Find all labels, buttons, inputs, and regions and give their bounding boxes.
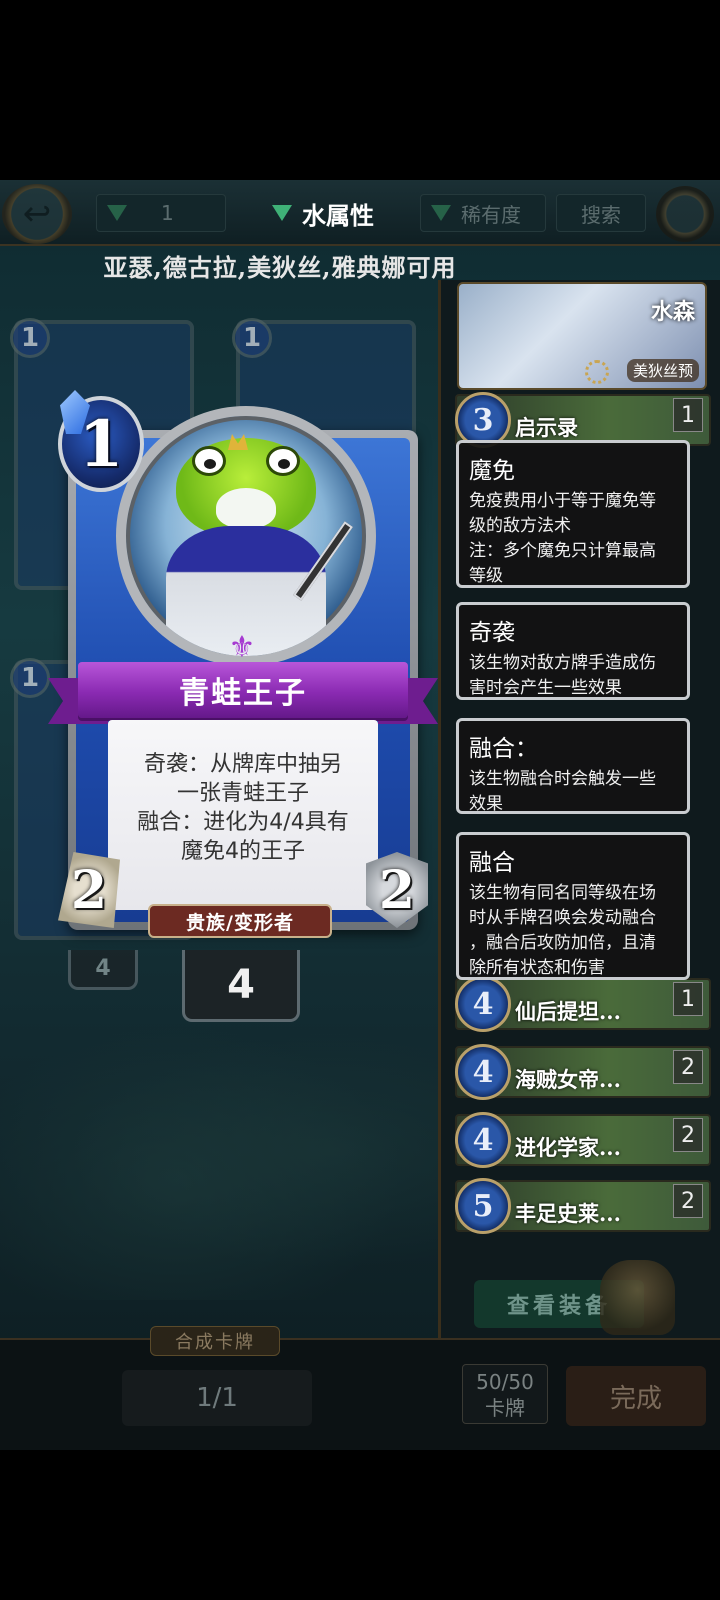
deck-row-cost: 4 [455,1112,511,1168]
deck-count: 50/50 卡牌 [462,1364,548,1424]
rarity-filter[interactable]: 稀有度 [420,194,546,232]
forest-background [0,1000,440,1300]
rarity-filter-label: 稀有度 [461,202,521,227]
grid-card-cost: 1 [10,318,50,358]
fleur-de-lis-icon: ⚜ [228,630,256,665]
deck-row[interactable]: 3 启示录 1 [455,392,711,448]
card-text-line: 奇袭：从牌库中抽另 [143,752,342,777]
deck-count-label: 卡牌 [485,1396,525,1420]
keyword-tooltip-fusion: 融合 该生物有同名同等级在场 时从手牌召唤会发动融合 ，融合后攻防加倍，且清 除所有… [456,832,690,980]
hero-name: 水森 [650,299,695,325]
gear-icon [585,360,609,384]
deck-row-qty: 2 [673,1050,703,1084]
card-text-box: 奇袭：从牌库中抽另 一张青蛙王子 融合：进化为4/4具有 魔免4的王子 [108,720,378,910]
search-field[interactable]: 搜索 [556,194,646,232]
deck-row[interactable]: 4 海贼女帝... 2 [455,1044,711,1100]
back-arrow-icon: ↩ [22,194,52,234]
search-label: 搜索 [581,202,621,227]
card-detail[interactable]: 1 ⚜ 青蛙王子 奇袭：从牌库中抽另 一张青蛙王子 融合：进化为4/4具有 魔免… [48,390,438,950]
tooltip-body: 该生物对敌方牌手造成伤 害时会产生一些效果 [469,653,656,698]
deck-row[interactable]: 5 丰足史莱... 2 [455,1178,711,1234]
deck-row-qty: 1 [673,982,703,1016]
filter-bar: ↩ 1 水属性 稀有度 搜索 [0,180,720,246]
deck-row-cost: 4 [455,976,511,1032]
card-name: 青蛙王子 [78,662,408,718]
attribute-filter-value: 水属性 [302,201,374,230]
tooltip-title: 融合 [469,850,515,876]
deck-row-cost: 4 [455,1044,511,1100]
page-indicator: 1/1 [122,1370,312,1426]
grid-card-cost: 1 [232,318,272,358]
tooltip-body: 免疫费用小于等于魔免等 级的敌方法术 注：多个魔免只计算最高 等级 [469,491,656,586]
tooltip-body: 该生物融合时会触发一些 效果 [469,769,656,814]
card-portrait [116,406,376,666]
cost-filter[interactable]: 1 [96,194,226,232]
deck-row-qty: 2 [673,1184,703,1218]
card-name-banner: 青蛙王子 [48,662,438,724]
selected-card-count: 4 [182,950,300,1022]
side-card-count: 4 [68,950,138,990]
deck-row-qty: 2 [673,1118,703,1152]
craft-cards-tab[interactable]: 合成卡牌 [150,1326,280,1356]
card-text-line: 融合：进化为4/4具有 [137,810,349,835]
deck-row[interactable]: 4 仙后提坦... 1 [455,976,711,1032]
deck-row-qty: 1 [673,398,703,432]
deck-row-name: 启示录 [515,415,578,440]
card-text-line: 魔免4的王子 [181,839,305,864]
card-text-line: 一张青蛙王子 [176,781,309,806]
deck-row-name: 丰足史莱... [515,1201,621,1226]
dropdown-triangle-icon [431,205,451,221]
magnifier-icon[interactable] [656,186,714,242]
deck-row[interactable]: 4 进化学家... 2 [455,1112,711,1168]
frog-illustration [176,438,316,538]
available-heroes-caption: 亚瑟,德古拉,美狄丝,雅典娜可用 [103,253,457,282]
cost-filter-value: 1 [161,201,174,225]
grid-card-cost: 1 [10,658,50,698]
deck-row-name: 海贼女帝... [515,1067,621,1092]
dropdown-triangle-icon [272,205,292,221]
tooltip-title: 奇袭 [469,620,515,646]
hero-card[interactable]: 水森 美狄丝预 [457,282,707,390]
keyword-tooltip-magic-immune: 魔免 免疫费用小于等于魔免等 级的敌方法术 注：多个魔免只计算最高 等级 [456,440,690,588]
hero-tag: 美狄丝预 [626,359,699,382]
keyword-tooltip-fusion-trigger: 融合： 该生物融合时会触发一些 效果 [456,718,690,814]
deck-count-value: 50/50 [476,1370,534,1394]
card-tribe: 贵族/变形者 [148,904,332,938]
bottom-bar: 合成卡牌 1/1 50/50 卡牌 完成 [0,1326,720,1450]
helmet-icon[interactable] [600,1260,675,1335]
deck-row-name: 仙后提坦... [515,999,621,1024]
tooltip-title: 魔免 [469,458,515,484]
back-button[interactable]: ↩ [2,184,72,244]
tooltip-body: 该生物有同名同等级在场 时从手牌召唤会发动融合 ，融合后攻防加倍，且清 除所有状态和… [469,883,656,978]
deck-row-name: 进化学家... [515,1135,621,1160]
tooltip-title: 融合： [469,736,538,762]
attribute-filter[interactable]: 水属性 [262,194,392,232]
dropdown-triangle-icon [107,205,127,221]
keyword-tooltip-ambush: 奇袭 该生物对敌方牌手造成伤 害时会产生一些效果 [456,602,690,700]
done-button[interactable]: 完成 [566,1366,706,1426]
card-text: 奇袭：从牌库中抽另 一张青蛙王子 融合：进化为4/4具有 魔免4的王子 [108,750,378,866]
deck-row-cost: 5 [455,1178,511,1234]
